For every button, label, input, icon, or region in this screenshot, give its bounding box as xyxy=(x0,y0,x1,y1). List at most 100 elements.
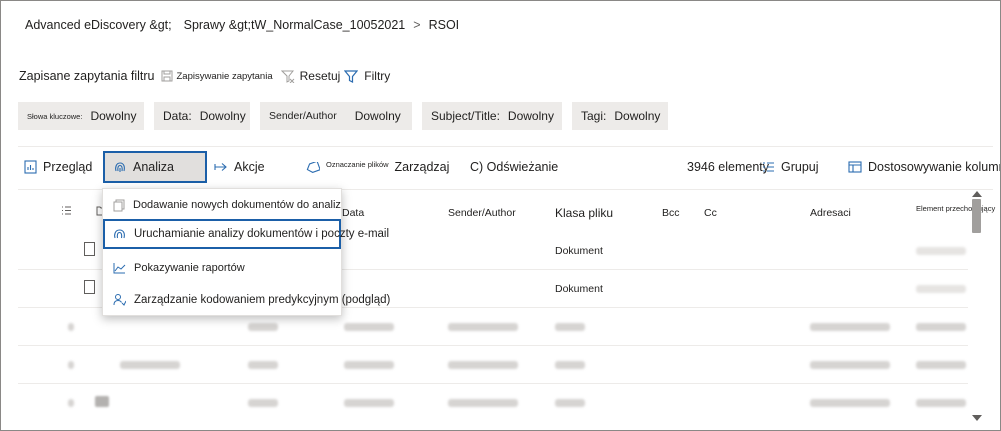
redacted-cell xyxy=(810,399,890,407)
analysis-button[interactable]: Analiza xyxy=(103,151,207,183)
column-header-cc[interactable]: Cc xyxy=(704,207,717,219)
redacted-cell xyxy=(344,361,394,369)
customize-columns-label: Dostosowywanie kolumn xyxy=(868,160,1001,174)
breadcrumb-item-current: RSOI xyxy=(428,18,460,32)
column-header-bcc[interactable]: Bcc xyxy=(662,207,680,219)
item-count: 3946 elementy xyxy=(687,151,769,183)
filter-icon xyxy=(344,69,359,83)
actions-label: Akcje xyxy=(234,160,265,174)
tag-icon xyxy=(306,161,320,173)
filter-chip-value: Dowolny xyxy=(90,109,137,123)
column-header-sender[interactable]: Sender/Author xyxy=(448,207,516,219)
redacted-cell xyxy=(916,285,966,293)
cell-file-class: Dokument xyxy=(555,245,603,257)
tag-files-button[interactable]: Oznaczanie plików Zarządzaj xyxy=(306,151,449,183)
table-row[interactable] xyxy=(18,346,968,384)
analysis-label: Analiza xyxy=(133,160,174,174)
redacted-cell xyxy=(120,361,180,369)
list-view-icon[interactable] xyxy=(61,205,72,216)
redacted-cell xyxy=(555,323,585,331)
scroll-thumb[interactable] xyxy=(972,199,981,233)
document-icon xyxy=(84,242,95,256)
predictive-coding-icon xyxy=(113,294,126,306)
redacted-cell xyxy=(68,361,74,369)
group-label: Grupuj xyxy=(781,160,819,174)
redacted-cell xyxy=(344,323,394,331)
redacted-cell xyxy=(555,399,585,407)
review-icon xyxy=(24,160,37,174)
filter-chip-sender[interactable]: Sender/Author Dowolny xyxy=(260,102,412,130)
filter-chip-value: Dowolny xyxy=(354,109,401,123)
menu-item-run-analysis[interactable]: Uruchamianie analizy dokumentów i poczty… xyxy=(103,219,389,249)
filter-chip-label: Data: xyxy=(163,109,192,123)
filter-chip-label: Tagi: xyxy=(581,109,607,123)
filter-chip-label: Sender/Author xyxy=(269,110,337,122)
redacted-cell xyxy=(916,323,966,331)
filter-chip-date[interactable]: Data: Dowolny xyxy=(154,102,250,130)
divider xyxy=(18,146,993,147)
redacted-icon xyxy=(95,396,109,407)
review-button[interactable]: Przegląd xyxy=(24,151,92,183)
redacted-cell xyxy=(248,361,278,369)
redacted-cell xyxy=(810,323,890,331)
column-header-recipients[interactable]: Adresaci xyxy=(810,207,851,219)
table-row[interactable] xyxy=(18,384,968,422)
group-button[interactable]: Grupuj xyxy=(762,151,819,183)
redacted-cell xyxy=(916,247,966,255)
reset-label: Resetuj xyxy=(299,69,341,83)
vertical-scrollbar[interactable] xyxy=(970,191,984,421)
redacted-cell xyxy=(68,323,74,331)
menu-item-label: Zarządzanie kodowaniem predykcyjnym (pod… xyxy=(134,294,391,306)
customize-columns-button[interactable]: Dostosowywanie kolumn xyxy=(848,151,1001,183)
analysis-menu: Dodawanie nowych dokumentów do analiz Ur… xyxy=(102,188,390,316)
redacted-cell xyxy=(448,361,518,369)
filter-chip-label: Słowa kluczowe: xyxy=(27,111,83,121)
filter-chip-tags[interactable]: Tagi: Dowolny xyxy=(572,102,668,130)
actions-button[interactable]: Akcje xyxy=(214,151,265,183)
manage-label[interactable]: Zarządzaj xyxy=(395,160,450,174)
arrow-right-icon xyxy=(214,163,227,171)
redacted-cell xyxy=(916,399,966,407)
menu-item-label: Uruchamianie analizy dokumentów i poczty… xyxy=(134,228,390,240)
item-count-label: 3946 elementy xyxy=(687,160,770,174)
filters-label: Filtry xyxy=(364,69,391,83)
breadcrumb-item-cases[interactable]: Sprawy &gt; xyxy=(184,18,251,32)
scroll-down-icon[interactable] xyxy=(972,415,982,421)
filter-chip-value: Dowolny xyxy=(199,109,246,123)
breadcrumb: Advanced eDiscovery &gt; Sprawy &gt; tW_… xyxy=(25,18,459,32)
save-query-label: Zapisywanie zapytania xyxy=(176,70,273,82)
saved-queries-title[interactable]: Zapisane zapytania filtru xyxy=(19,69,155,83)
menu-item-add-documents[interactable]: Dodawanie nowych dokumentów do analiz xyxy=(103,191,341,219)
scroll-up-icon[interactable] xyxy=(972,191,982,197)
redacted-cell xyxy=(68,399,74,407)
filters-button[interactable]: Filtry xyxy=(344,69,390,83)
filter-chip-label: Subject/Title: xyxy=(431,109,500,123)
save-query-button[interactable]: Zapisywanie zapytania xyxy=(161,70,277,82)
redacted-cell xyxy=(448,323,518,331)
fingerprint-icon xyxy=(115,162,125,172)
save-icon xyxy=(161,70,172,82)
redacted-cell xyxy=(448,399,518,407)
reset-button[interactable]: Resetuj xyxy=(280,69,341,83)
breadcrumb-item-ediscovery[interactable]: Advanced eDiscovery &gt; xyxy=(25,18,172,32)
filter-chip-subject[interactable]: Subject/Title: Dowolny xyxy=(422,102,562,130)
tag-files-label: Oznaczanie plików xyxy=(326,160,389,169)
app-window: Advanced eDiscovery &gt; Sprawy &gt; tW_… xyxy=(0,0,1001,431)
menu-item-predictive-coding[interactable]: Zarządzanie kodowaniem predykcyjnym (pod… xyxy=(103,286,390,314)
add-documents-icon xyxy=(113,199,125,211)
refresh-button[interactable]: C) Odświeżanie xyxy=(470,151,558,183)
menu-item-reports[interactable]: Pokazywanie raportów xyxy=(103,254,341,282)
breadcrumb-item-case[interactable]: tW_NormalCase_10052021 xyxy=(251,18,405,32)
filter-clear-icon xyxy=(280,70,294,83)
cell-file-class: Dokument xyxy=(555,283,603,295)
menu-item-label: Pokazywanie raportów xyxy=(134,262,245,274)
chart-icon xyxy=(113,263,126,274)
filter-chip-value: Dowolny xyxy=(507,109,554,123)
command-bar: Przegląd Analiza Akcje Oznaczanie plików… xyxy=(18,151,1000,187)
filter-chip-keywords[interactable]: Słowa kluczowe: Dowolny xyxy=(18,102,144,130)
column-header-date[interactable]: Data xyxy=(342,207,364,219)
columns-icon xyxy=(848,160,862,173)
column-header-file-class[interactable]: Klasa pliku xyxy=(555,206,613,220)
redacted-cell xyxy=(248,323,278,331)
document-icon xyxy=(84,280,95,294)
